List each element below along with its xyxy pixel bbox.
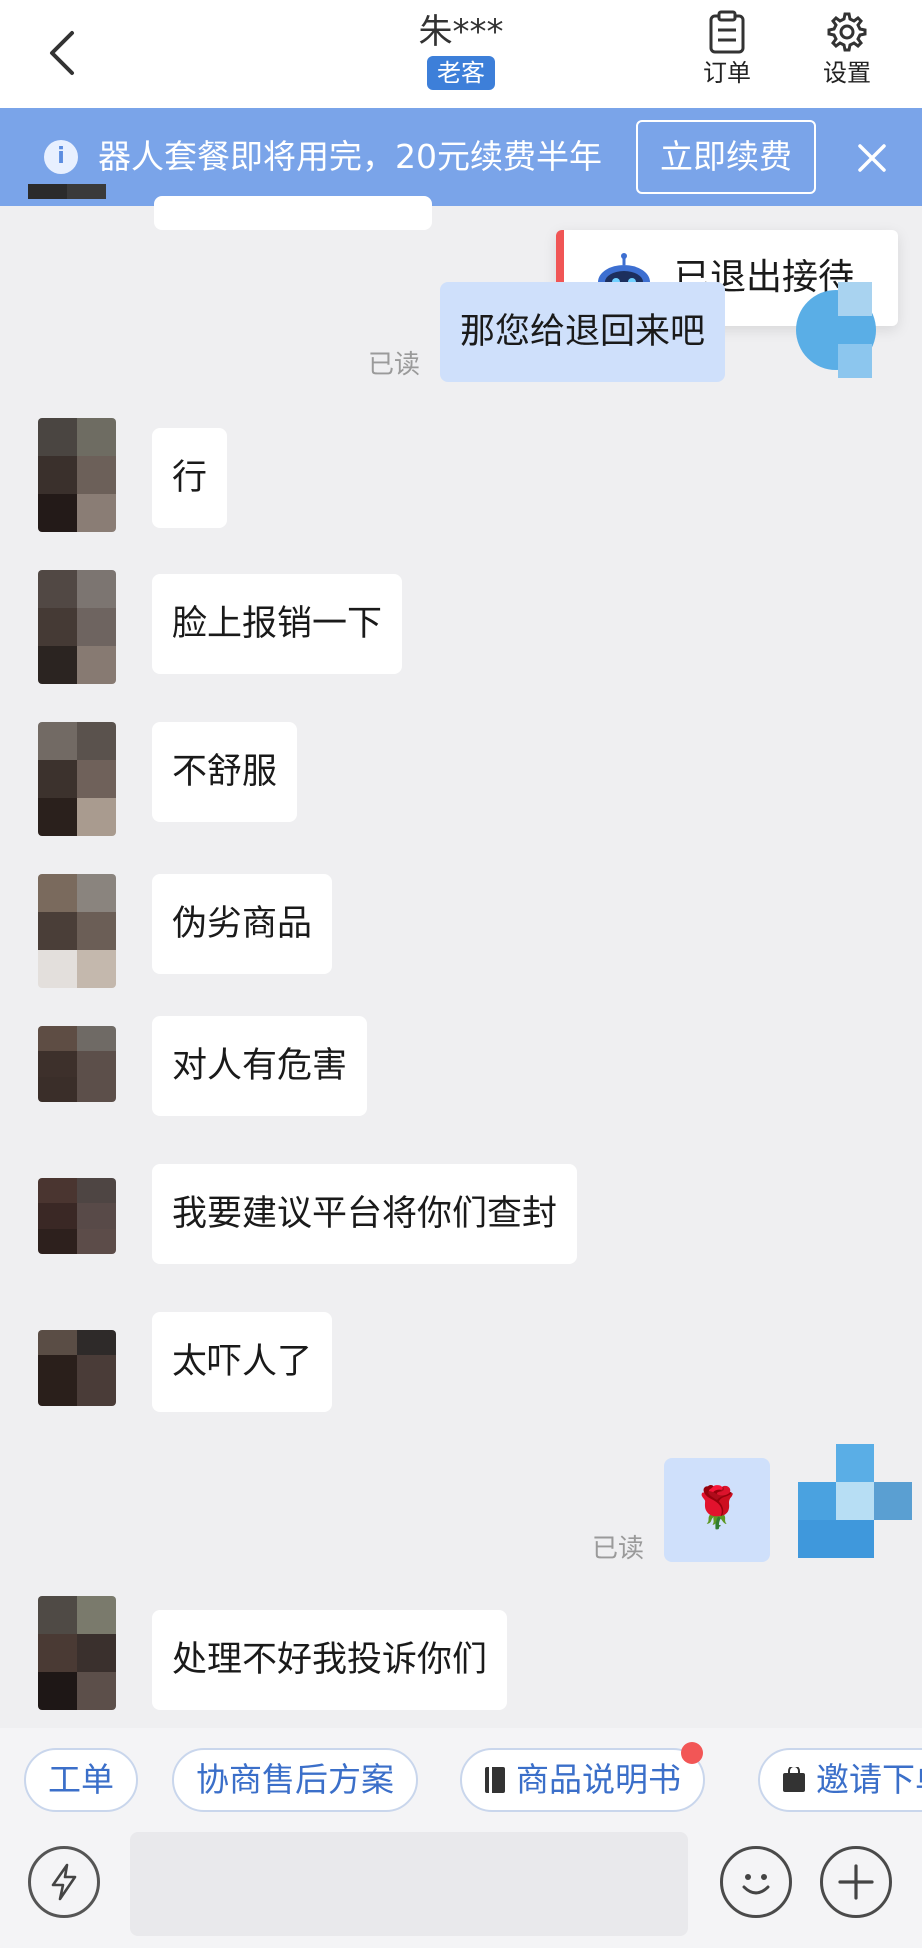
customer-avatar (38, 874, 116, 988)
chip-label: 协商售后方案 (196, 1760, 394, 1799)
read-status: 已读 (592, 1534, 645, 1564)
chip-label: 商品说明书 (516, 1760, 681, 1799)
chat-header: 朱*** 老客 订单 设置 (0, 0, 922, 108)
shopping-bag-icon (783, 1767, 805, 1792)
customer-message-bubble[interactable]: 伪劣商品 (152, 874, 333, 974)
quick-reply-bar: 工单 协商售后方案 商品说明书 邀请下单 (0, 1728, 922, 1828)
quick-reply-product-manual[interactable]: 商品说明书 (460, 1742, 705, 1812)
renewal-notice-bar: i 器人套餐即将用完，20元续费半年 立即续费 (0, 108, 922, 206)
gear-icon (827, 12, 867, 52)
emoji-button[interactable] (720, 1846, 792, 1918)
quick-reply-negotiate-after-sales[interactable]: 协商售后方案 (172, 1748, 418, 1812)
settings-label: 设置 (823, 59, 871, 87)
message-bubble-partial (154, 196, 432, 230)
chip-label: 邀请下单 (816, 1760, 922, 1799)
read-status: 已读 (368, 350, 421, 380)
customer-avatar (38, 570, 116, 684)
self-avatar (796, 282, 876, 378)
notification-dot (681, 1742, 703, 1764)
title-block: 朱*** 老客 (0, 10, 922, 90)
customer-avatar (38, 418, 116, 532)
customer-avatar (38, 1178, 116, 1254)
quick-reply-work-order[interactable]: 工单 (24, 1748, 138, 1812)
quick-reply-invite-order[interactable]: 邀请下单 (758, 1748, 922, 1812)
lightning-icon (51, 1863, 77, 1901)
close-icon (858, 144, 886, 172)
customer-avatar (28, 184, 106, 228)
renew-now-button[interactable]: 立即续费 (636, 120, 816, 194)
plus-icon (838, 1864, 874, 1900)
book-icon (485, 1767, 505, 1793)
quick-phrase-button[interactable] (28, 1846, 100, 1918)
self-message-bubble[interactable]: 那您给退回来吧 (440, 282, 726, 382)
self-avatar (798, 1444, 912, 1558)
info-icon: i (44, 140, 78, 174)
customer-avatar (38, 1026, 116, 1102)
orders-button[interactable]: 订单 (682, 8, 772, 90)
input-bar (0, 1828, 922, 1948)
notice-text: 器人套餐即将用完，20元续费半年 (98, 137, 602, 176)
orders-label: 订单 (703, 59, 751, 87)
customer-tag-badge: 老客 (427, 56, 495, 90)
customer-avatar (38, 722, 116, 836)
chip-label: 工单 (48, 1760, 114, 1799)
clipboard-icon (709, 10, 745, 54)
customer-name: 朱*** (418, 12, 504, 52)
close-notice-button[interactable] (852, 138, 892, 178)
customer-avatar (38, 1596, 116, 1710)
rose-icon: 🌹 (692, 1485, 742, 1531)
customer-message-bubble[interactable]: 不舒服 (152, 722, 298, 822)
smiley-icon (742, 1874, 770, 1895)
customer-message-bubble[interactable]: 我要建议平台将你们查封 (152, 1164, 578, 1264)
customer-message-bubble[interactable]: 行 (152, 428, 228, 528)
message-input[interactable] (130, 1832, 688, 1936)
customer-message-bubble[interactable]: 处理不好我投诉你们 (152, 1610, 508, 1710)
settings-button[interactable]: 设置 (802, 8, 892, 90)
customer-message-bubble[interactable]: 太吓人了 (152, 1312, 333, 1412)
more-actions-button[interactable] (820, 1846, 892, 1918)
self-sticker-bubble[interactable]: 🌹 (664, 1458, 770, 1562)
customer-avatar (38, 1330, 116, 1406)
customer-message-bubble[interactable]: 脸上报销一下 (152, 574, 403, 674)
customer-message-bubble[interactable]: 对人有危害 (152, 1016, 368, 1116)
